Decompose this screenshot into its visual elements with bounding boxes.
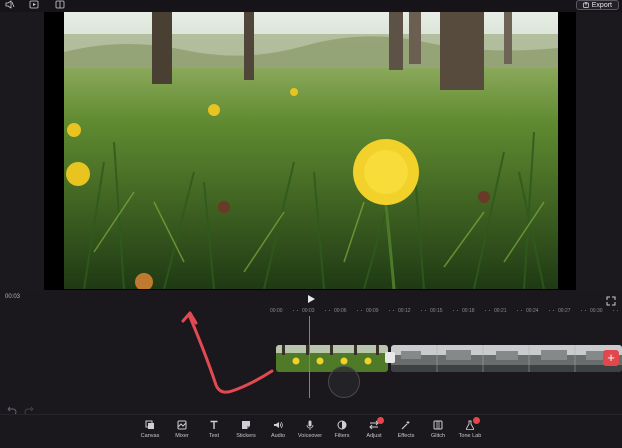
new-badge xyxy=(377,417,384,424)
tool-label: Effects xyxy=(397,433,415,439)
ruler-time-label: 00:09 xyxy=(366,308,379,314)
current-time: 00:03 xyxy=(5,294,21,300)
ruler-tick xyxy=(393,310,394,311)
mixer-icon xyxy=(177,420,187,430)
effects-icon xyxy=(401,420,410,430)
play-button[interactable] xyxy=(305,292,317,304)
tool-audio[interactable]: Audio xyxy=(261,420,295,439)
audio-icon xyxy=(274,421,283,429)
ruler-tick xyxy=(421,310,422,311)
ruler-time-label: 00:06 xyxy=(334,308,347,314)
ruler-time-label: 00:12 xyxy=(398,308,411,314)
tool-filters[interactable]: Filters xyxy=(325,420,359,439)
tool-mixer[interactable]: Mixer xyxy=(165,420,199,439)
tool-effects[interactable]: Effects xyxy=(389,420,423,439)
ruler-tick xyxy=(613,310,614,311)
redo-button[interactable] xyxy=(24,402,36,416)
ruler-tick xyxy=(325,310,326,311)
playhead[interactable] xyxy=(309,316,310,398)
ruler-time-label: 00:15 xyxy=(430,308,443,314)
tool-stickers[interactable]: Stickers xyxy=(229,420,263,439)
tool-label: Mixer xyxy=(175,433,189,439)
ruler-time-label: 00:30 xyxy=(590,308,603,314)
new-badge xyxy=(473,417,480,424)
video-preview[interactable] xyxy=(64,12,558,289)
tool-label: Adjust xyxy=(366,433,382,439)
export-button[interactable]: Export xyxy=(575,0,619,10)
ruler-tick xyxy=(549,310,550,311)
add-media-icon[interactable] xyxy=(29,0,39,9)
text-icon xyxy=(210,420,218,429)
canvas-icon xyxy=(145,420,154,429)
ruler-tick xyxy=(585,310,586,311)
video-clip-street[interactable] xyxy=(391,345,622,372)
ruler-tick xyxy=(485,310,486,311)
tool-label: Audio xyxy=(270,433,286,439)
tool-glitch[interactable]: Glitch xyxy=(421,420,455,439)
ruler-tick xyxy=(297,310,298,311)
scrub-handle[interactable] xyxy=(328,366,360,398)
tool-tone-lab[interactable]: Tone Lab xyxy=(453,417,487,439)
timeline-ruler[interactable]: 00:00 00:03 00:06 00:09 00:12 00:15 00:18 00:21… xyxy=(262,306,622,316)
export-icon xyxy=(582,2,589,8)
tool-canvas[interactable]: Canvas xyxy=(133,420,167,439)
annotation-arrow xyxy=(181,311,274,394)
ruler-tick xyxy=(389,310,390,311)
ruler-tick xyxy=(553,310,554,311)
tool-label: Stickers xyxy=(236,433,256,439)
ruler-tick xyxy=(617,310,618,311)
ruler-tick xyxy=(293,310,294,311)
ruler-tick xyxy=(517,310,518,311)
transition-handle[interactable] xyxy=(385,352,395,363)
tool-label: Tone Lab xyxy=(458,433,482,439)
ruler-tick xyxy=(361,310,362,311)
ruler-tick xyxy=(457,310,458,311)
microphone-icon xyxy=(306,420,314,430)
tool-label: Glitch xyxy=(430,433,446,439)
ruler-time-label: 00:27 xyxy=(558,308,571,314)
tool-label: Canvas xyxy=(140,433,160,439)
undo-button[interactable] xyxy=(5,402,17,416)
ruler-tick xyxy=(329,310,330,311)
tool-label: Filters xyxy=(334,433,350,439)
play-icon xyxy=(308,295,315,303)
stickers-icon xyxy=(242,421,250,429)
ruler-tick xyxy=(425,310,426,311)
video-clip-dandelion[interactable] xyxy=(276,345,388,372)
sound-off-icon[interactable] xyxy=(5,0,15,9)
filters-icon xyxy=(337,420,347,430)
ruler-tick xyxy=(489,310,490,311)
ruler-tick xyxy=(581,310,582,311)
fullscreen-button[interactable] xyxy=(606,293,616,306)
ruler-time-label: 00:24 xyxy=(526,308,539,314)
ruler-time-label: 00:18 xyxy=(462,308,475,314)
tool-text[interactable]: Text xyxy=(197,420,231,439)
fullscreen-icon xyxy=(606,296,616,306)
ruler-tick xyxy=(357,310,358,311)
tool-adjust[interactable]: Adjust xyxy=(357,417,391,439)
export-label: Export xyxy=(591,1,612,9)
tool-label: Voiceover xyxy=(297,433,323,439)
add-clip-button[interactable]: + xyxy=(603,350,619,366)
glitch-icon xyxy=(433,420,443,430)
layout-icon[interactable] xyxy=(55,0,65,9)
tool-voiceover[interactable]: Voiceover xyxy=(293,420,327,439)
ruler-time-label: 00:03 xyxy=(302,308,315,314)
ruler-time-label: 00:21 xyxy=(494,308,507,314)
ruler-tick xyxy=(521,310,522,311)
ruler-tick xyxy=(453,310,454,311)
top-bar xyxy=(0,0,622,12)
tool-label: Text xyxy=(208,433,220,439)
